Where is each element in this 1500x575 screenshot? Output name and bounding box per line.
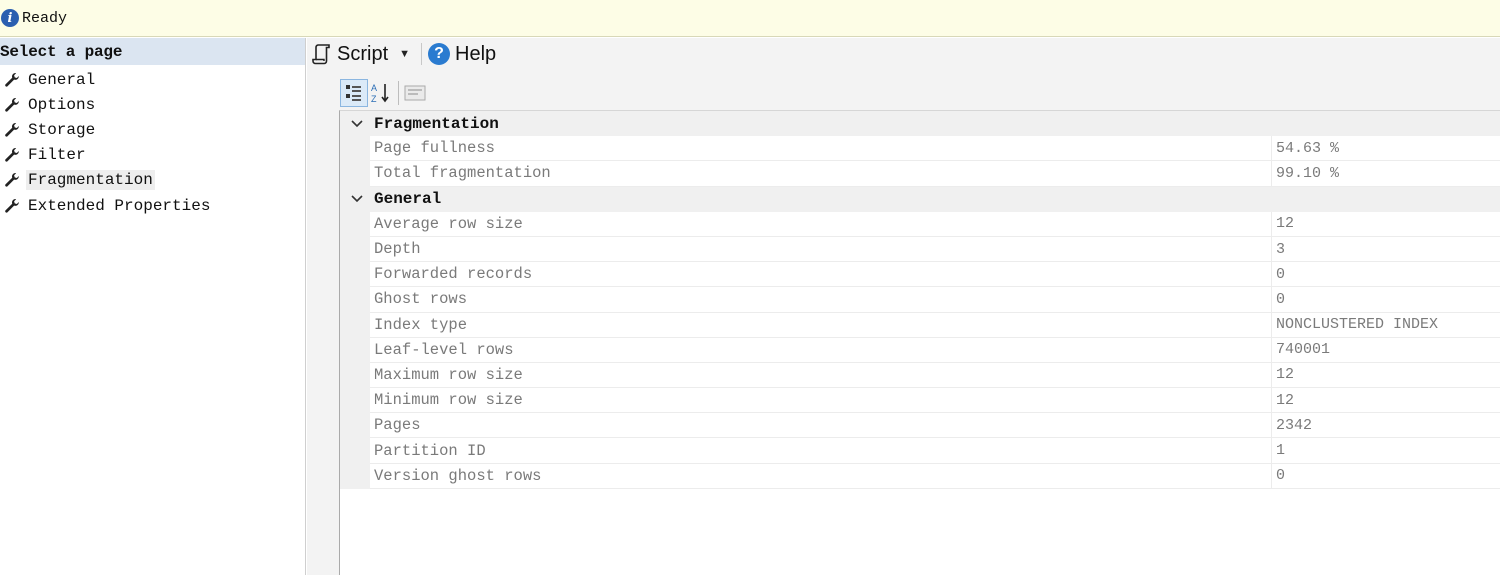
category-label: Fragmentation [374,114,499,133]
property-value: 54.63 % [1272,136,1500,162]
page-item-filter[interactable]: Filter [0,143,305,168]
wrench-icon [2,121,22,139]
property-name: Pages [370,413,1272,439]
wrench-icon [2,146,22,164]
property-value: 12 [1272,363,1500,389]
chevron-down-icon[interactable] [340,120,374,128]
script-button[interactable]: Script ▼ [312,43,410,66]
property-value: 1 [1272,438,1500,464]
script-icon [312,44,330,65]
property-name: Minimum row size [370,388,1272,414]
content-panel: Script ▼ ? Help A Z Fragmentation Page f… [307,38,1500,575]
property-name: Depth [370,236,1272,263]
toolbar-separator [398,81,399,105]
property-row[interactable]: Maximum row size 12 [340,362,1500,389]
page-item-storage[interactable]: Storage [0,117,305,142]
property-name: Page fullness [370,136,1272,162]
page-item-label: Options [28,95,96,114]
page-selector-panel: Select a page General Options Storage Fi… [0,38,306,575]
page-item-options[interactable]: Options [0,92,305,117]
page-item-general[interactable]: General [0,67,305,92]
sort-az-icon: A Z [371,83,389,104]
property-grid: Fragmentation Page fullness 54.63 % Tota… [339,110,1500,575]
wrench-icon [2,71,22,89]
page-item-fragmentation[interactable]: Fragmentation [0,168,305,193]
category-general[interactable]: General [340,186,1500,212]
help-icon: ? [428,43,451,65]
property-row[interactable]: Page fullness 54.63 % [340,136,1500,162]
property-value: 12 [1272,212,1500,237]
property-value: 0 [1272,464,1500,489]
svg-text:Z: Z [371,94,377,104]
property-row[interactable]: Index type NONCLUSTERED INDEX [340,312,1500,338]
page-list: General Options Storage Filter Fragmenta… [0,65,305,218]
page-item-label: Storage [28,120,96,139]
svg-text:A: A [371,83,377,93]
categorized-view-button[interactable] [340,79,368,107]
property-row[interactable]: Leaf-level rows 740001 [340,337,1500,363]
wrench-icon [2,197,22,215]
property-value: 2342 [1272,413,1500,439]
chevron-down-icon[interactable]: ▼ [399,48,410,60]
toolbar: Script ▼ ? Help [307,38,1500,70]
status-bar: i Ready [0,0,1500,37]
property-value: 3 [1272,237,1500,263]
property-pages-icon [404,85,426,101]
status-text: Ready [22,9,68,27]
page-item-label: Fragmentation [26,170,155,191]
property-name: Average row size [370,211,1272,237]
property-value: NONCLUSTERED INDEX [1272,313,1500,338]
property-grid-toolbar: A Z [340,78,429,108]
script-label: Script [337,42,389,65]
property-name: Maximum row size [370,362,1272,389]
property-value: 740001 [1272,338,1500,363]
wrench-icon [2,96,22,114]
property-value: 0 [1272,287,1500,313]
property-row[interactable]: Average row size 12 [340,211,1500,237]
property-row[interactable]: Depth 3 [340,236,1500,263]
property-value: 99.10 % [1272,161,1500,187]
property-pages-button[interactable] [401,79,429,107]
property-row[interactable]: Ghost rows 0 [340,287,1500,313]
help-label: Help [455,42,497,65]
property-name: Partition ID [370,438,1272,464]
property-name: Total fragmentation [370,161,1272,187]
property-row[interactable]: Forwarded records 0 [340,262,1500,288]
property-value: 0 [1272,262,1500,288]
info-icon: i [1,9,19,27]
property-row[interactable]: Minimum row size 12 [340,388,1500,414]
page-item-extended-properties[interactable]: Extended Properties [0,193,305,218]
categorized-icon [346,85,361,101]
property-value: 12 [1272,388,1500,414]
page-item-label: Filter [28,146,86,165]
property-row[interactable]: Total fragmentation 99.10 % [340,161,1500,187]
page-selector-header: Select a page [0,38,305,65]
category-label: General [374,190,442,209]
toolbar-separator [421,43,423,65]
page-item-label: Extended Properties [28,196,211,215]
wrench-icon [2,171,22,189]
page-item-label: General [28,70,96,89]
property-row[interactable]: Pages 2342 [340,413,1500,439]
property-name: Ghost rows [370,287,1272,313]
help-button[interactable]: ? Help [428,43,496,66]
property-row[interactable]: Partition ID 1 [340,438,1500,464]
property-row[interactable]: Version ghost rows 0 [340,463,1500,489]
alphabetical-sort-button[interactable]: A Z [368,79,396,107]
property-name: Index type [370,312,1272,338]
property-name: Forwarded records [370,262,1272,288]
property-name: Version ghost rows [370,463,1272,489]
category-fragmentation[interactable]: Fragmentation [340,111,1500,137]
property-name: Leaf-level rows [370,337,1272,363]
chevron-down-icon[interactable] [340,195,374,203]
